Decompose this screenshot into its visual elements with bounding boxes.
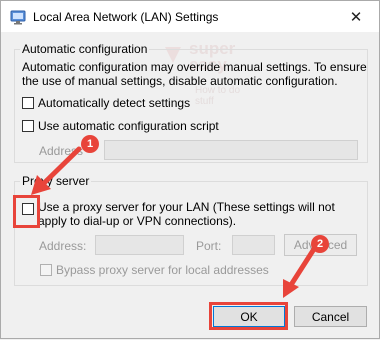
auto-config-description: Automatic configuration may override man… <box>22 60 367 88</box>
script-address-label: Address <box>39 144 84 158</box>
bypass-local-row[interactable]: Bypass proxy server for local addresses <box>40 263 269 277</box>
proxy-address-label: Address: <box>39 239 87 253</box>
lan-settings-dialog: Local Area Network (LAN) Settings ✕ supe… <box>0 0 380 339</box>
auto-config-legend: Automatic configuration <box>20 42 150 56</box>
proxy-server-legend: Proxy server <box>20 174 92 188</box>
cancel-button[interactable]: Cancel <box>294 306 367 327</box>
close-icon: ✕ <box>349 8 363 26</box>
use-proxy-highlight <box>13 195 40 228</box>
config-script-checkbox[interactable] <box>22 120 34 132</box>
step-badge-1: 1 <box>81 135 99 153</box>
detect-settings-row[interactable]: Automatically detect settings <box>22 96 190 110</box>
detect-settings-checkbox[interactable] <box>22 97 34 109</box>
detect-settings-label: Automatically detect settings <box>38 96 191 110</box>
step-badge-2: 2 <box>311 235 329 253</box>
proxy-port-field[interactable] <box>232 235 275 255</box>
bypass-local-checkbox[interactable] <box>40 264 52 276</box>
window-title: Local Area Network (LAN) Settings <box>33 10 219 24</box>
ok-button-highlight <box>209 302 288 330</box>
script-address-field[interactable] <box>104 140 358 160</box>
proxy-port-label: Port: <box>196 239 222 253</box>
use-proxy-row[interactable]: Use a proxy server for your LAN (These s… <box>22 200 358 228</box>
proxy-address-field[interactable] <box>95 235 184 255</box>
close-button[interactable]: ✕ <box>333 1 379 32</box>
bypass-local-label: Bypass proxy server for local addresses <box>56 263 269 277</box>
config-script-label: Use automatic configuration script <box>38 119 219 133</box>
use-proxy-label: Use a proxy server for your LAN (These s… <box>38 200 335 228</box>
config-script-row[interactable]: Use automatic configuration script <box>22 119 219 133</box>
network-settings-icon <box>10 10 26 25</box>
title-bar: Local Area Network (LAN) Settings ✕ <box>1 1 379 32</box>
